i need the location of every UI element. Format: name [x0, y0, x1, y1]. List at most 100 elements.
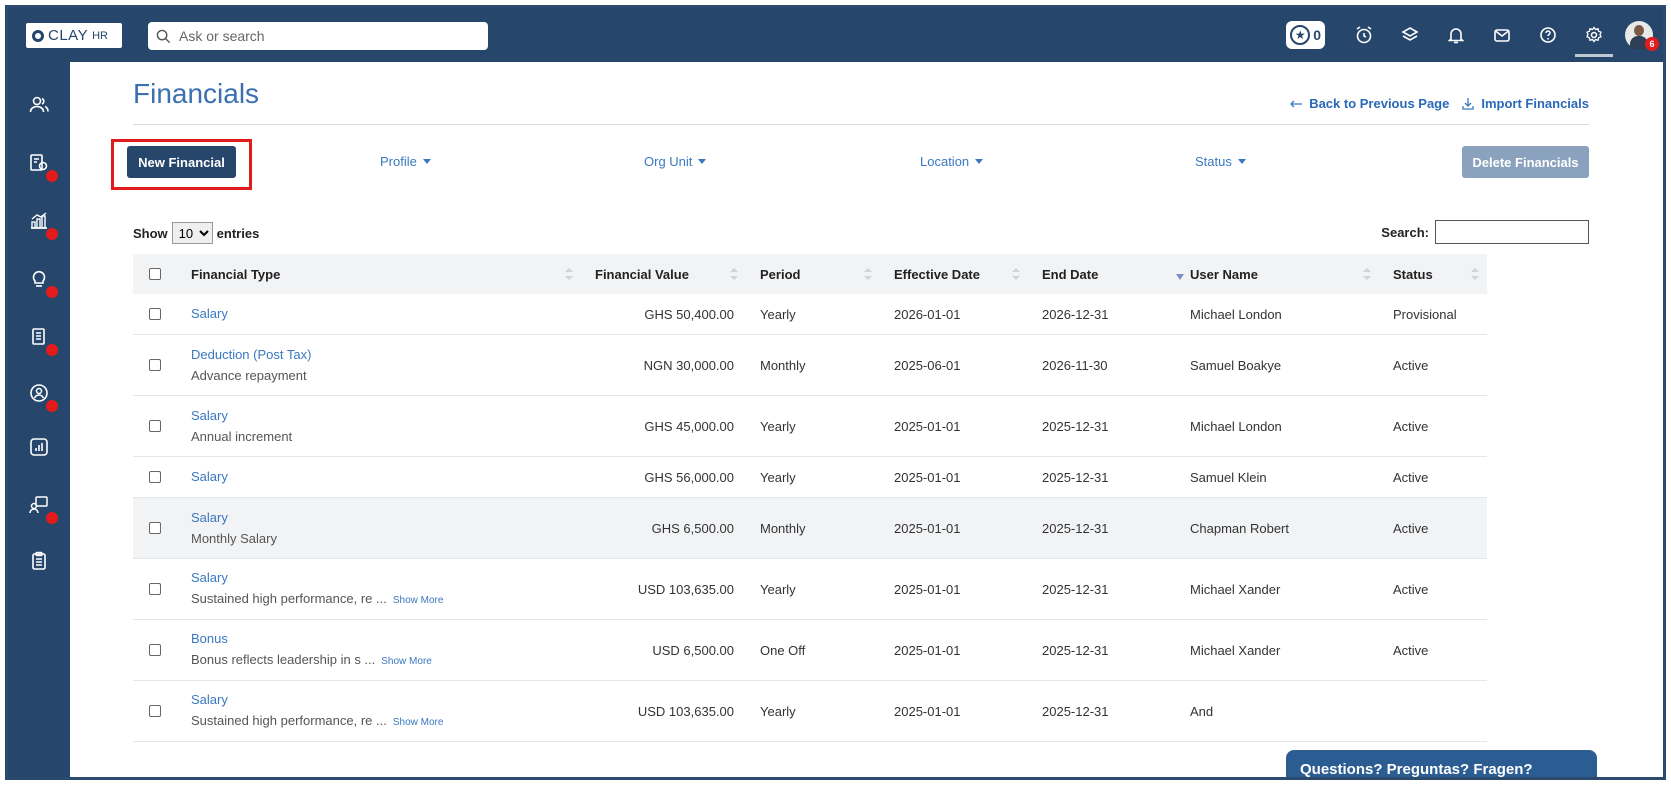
sort-icon [730, 268, 738, 280]
financial-type-link[interactable]: Salary [191, 510, 228, 526]
reports-icon[interactable] [26, 434, 52, 460]
table-row[interactable]: Salary Monthly Salary GHS 6,500.00 Monthly 2… [133, 498, 1487, 559]
show-more-link[interactable]: Show More [381, 656, 432, 667]
financial-type-link[interactable]: Salary [191, 570, 228, 586]
period-cell: Monthly [760, 520, 806, 536]
period-cell: Yearly [760, 306, 796, 322]
column-header-financial-value[interactable]: Financial Value [581, 254, 746, 294]
mail-icon[interactable] [1479, 17, 1525, 53]
page-actions: Back to Previous Page Import Financials [1289, 96, 1589, 111]
star-points-badge[interactable]: ★ 0 [1286, 21, 1325, 49]
alarm-clock-icon[interactable] [1341, 17, 1387, 53]
bell-icon[interactable] [1433, 17, 1479, 53]
filter-location-dropdown[interactable]: Location [920, 154, 984, 169]
column-header-user-name[interactable]: User Name [1176, 254, 1379, 294]
user-circle-icon[interactable] [26, 380, 58, 412]
filter-profile-dropdown[interactable]: Profile [380, 154, 431, 169]
description-text: Annual increment [191, 428, 293, 444]
effective-date-cell: 2026-01-01 [894, 306, 961, 322]
global-search[interactable] [148, 22, 488, 50]
entries-per-page-select[interactable]: 10 [171, 222, 213, 244]
select-all-checkbox[interactable] [149, 268, 161, 280]
delete-financials-button[interactable]: Delete Financials [1462, 146, 1589, 178]
filter-label: Profile [380, 154, 417, 169]
filter-status-dropdown[interactable]: Status [1195, 154, 1246, 169]
sort-icon [864, 268, 872, 280]
row-checkbox[interactable] [149, 583, 161, 595]
table-row[interactable]: Salary GHS 56,000.00 Yearly 2025-01-01 2025-… [133, 457, 1487, 498]
row-select-cell [133, 498, 177, 558]
row-checkbox[interactable] [149, 705, 161, 717]
logo-subtext: HR [92, 29, 108, 42]
people-icon[interactable] [26, 92, 52, 118]
financial-type-link[interactable]: Salary [191, 692, 228, 708]
column-header-label: Effective Date [894, 266, 980, 282]
global-search-input[interactable] [179, 28, 469, 44]
column-header-label: User Name [1190, 266, 1258, 282]
description-text: Sustained high performance, re ... [191, 712, 387, 728]
settings-gear-icon[interactable] [1571, 17, 1617, 57]
clipboard-checklist-icon[interactable] [26, 548, 52, 574]
row-checkbox[interactable] [149, 359, 161, 371]
show-entries-control: Show 10 entries [133, 222, 259, 244]
period-cell: Monthly [760, 357, 806, 373]
back-to-previous-link[interactable]: Back to Previous Page [1289, 96, 1449, 111]
table-row[interactable]: Bonus Bonus reflects leadership in s ... S… [133, 620, 1487, 681]
training-board-icon[interactable] [26, 492, 58, 524]
table-row[interactable]: Deduction (Post Tax) Advance repayment NGN… [133, 335, 1487, 396]
end-date-cell: 2025-12-31 [1042, 581, 1109, 597]
column-header-end-date[interactable]: End Date [1028, 254, 1176, 294]
show-more-link[interactable]: Show More [393, 595, 444, 606]
layers-icon[interactable] [1387, 17, 1433, 53]
user-avatar[interactable]: 6 [1625, 21, 1659, 51]
performance-chart-icon[interactable] [26, 208, 58, 240]
logo-mark-icon [32, 29, 44, 42]
period-cell: Yearly [760, 418, 796, 434]
column-header-effective-date[interactable]: Effective Date [880, 254, 1028, 294]
sort-icon [565, 268, 573, 280]
lightbulb-icon[interactable] [26, 266, 58, 298]
alert-dot [46, 170, 58, 182]
description-text: Sustained high performance, re ... [191, 590, 387, 606]
new-financial-button[interactable]: New Financial [127, 146, 236, 178]
row-checkbox[interactable] [149, 522, 161, 534]
alert-dot [46, 344, 58, 356]
financial-type-link[interactable]: Salary [191, 469, 228, 485]
top-navigation-bar: CLAY HR ★ 0 [8, 8, 1663, 62]
import-link-label: Import Financials [1481, 96, 1589, 111]
row-checkbox[interactable] [149, 420, 161, 432]
financial-type-link[interactable]: Bonus [191, 631, 228, 647]
financial-type-link[interactable]: Salary [191, 408, 228, 424]
row-checkbox[interactable] [149, 644, 161, 656]
filter-org-unit-dropdown[interactable]: Org Unit [644, 154, 707, 169]
chat-help-widget[interactable]: Questions? Preguntas? Fragen? [1286, 750, 1597, 777]
table-row[interactable]: Salary Sustained high performance, re ...… [133, 681, 1487, 742]
alert-dot [46, 286, 58, 298]
caret-down-icon [975, 159, 984, 164]
show-more-link[interactable]: Show More [393, 717, 444, 728]
import-financials-link[interactable]: Import Financials [1461, 96, 1589, 111]
recruitment-icon[interactable] [26, 150, 58, 182]
financial-type-cell: Salary [177, 457, 581, 497]
end-date-cell: 2025-12-31 [1042, 703, 1109, 719]
help-icon[interactable] [1525, 17, 1571, 53]
financial-description: Sustained high performance, re ... Show M… [191, 713, 443, 731]
column-header-financial-type[interactable]: Financial Type [177, 254, 581, 294]
financial-type-link[interactable]: Deduction (Post Tax) [191, 347, 311, 363]
row-checkbox[interactable] [149, 471, 161, 483]
row-checkbox[interactable] [149, 308, 161, 320]
column-header-status[interactable]: Status [1379, 254, 1487, 294]
column-header-period[interactable]: Period [746, 254, 880, 294]
table-row[interactable]: Salary GHS 50,400.00 Yearly 2026-01-01 2026-… [133, 294, 1487, 335]
clayhr-logo[interactable]: CLAY HR [26, 23, 122, 48]
end-date-cell: 2026-11-30 [1042, 357, 1108, 373]
table-row[interactable]: Salary Sustained high performance, re ...… [133, 559, 1487, 620]
left-sidebar [8, 62, 70, 777]
documents-icon[interactable] [26, 324, 58, 356]
table-search-input[interactable] [1435, 220, 1589, 244]
user-name-cell: Michael Xander [1190, 642, 1281, 658]
financial-type-cell: Salary [177, 294, 581, 334]
effective-date-cell: 2025-01-01 [894, 418, 961, 434]
table-row[interactable]: Salary Annual increment GHS 45,000.00 Yearl… [133, 396, 1487, 457]
financial-type-link[interactable]: Salary [191, 306, 228, 322]
